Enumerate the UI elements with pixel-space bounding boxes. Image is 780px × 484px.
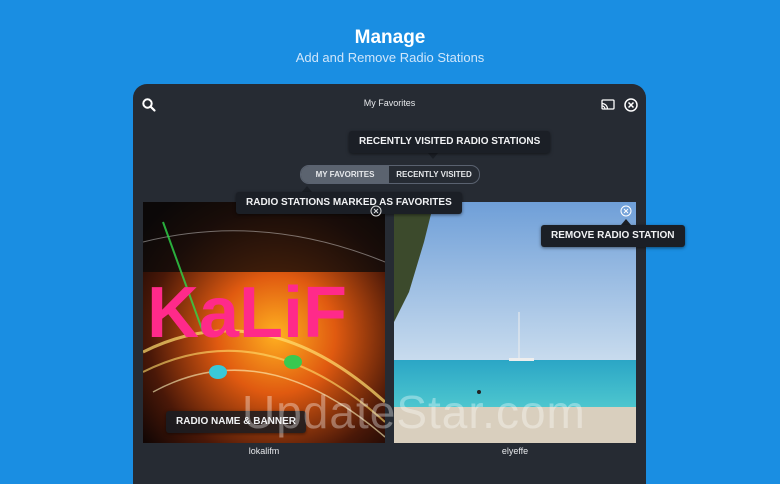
remove-station-icon[interactable] xyxy=(370,205,382,217)
tooltip-arrow xyxy=(428,153,438,159)
banner-logo-text: KaLiF xyxy=(147,273,347,353)
tooltip-recently-visited: RECENTLY VISITED RADIO STATIONS xyxy=(349,131,551,153)
watermark: UpdateStar.com xyxy=(242,386,586,438)
tooltip-favorites: RADIO STATIONS MARKED AS FAVORITES xyxy=(236,192,462,214)
tab-switcher: MY FAVORITES RECENTLY VISITED xyxy=(300,165,480,184)
hero-title: Manage xyxy=(354,27,426,48)
cast-icon[interactable] xyxy=(600,97,616,113)
app-toolbar: My Favorites xyxy=(133,84,646,124)
station-name-label: elyeffe xyxy=(501,446,529,456)
hero-subtitle: Add and Remove Radio Stations xyxy=(295,50,485,65)
tooltip-remove-station: REMOVE RADIO STATION xyxy=(541,225,685,247)
close-circle-icon[interactable] xyxy=(623,97,639,113)
tab-my-favorites[interactable]: MY FAVORITES xyxy=(301,166,389,183)
station-name-label: lokalifm xyxy=(248,446,280,456)
remove-station-icon[interactable] xyxy=(620,205,632,217)
tab-recently-visited[interactable]: RECENTLY VISITED xyxy=(389,166,479,183)
toolbar-title: My Favorites xyxy=(363,98,416,108)
